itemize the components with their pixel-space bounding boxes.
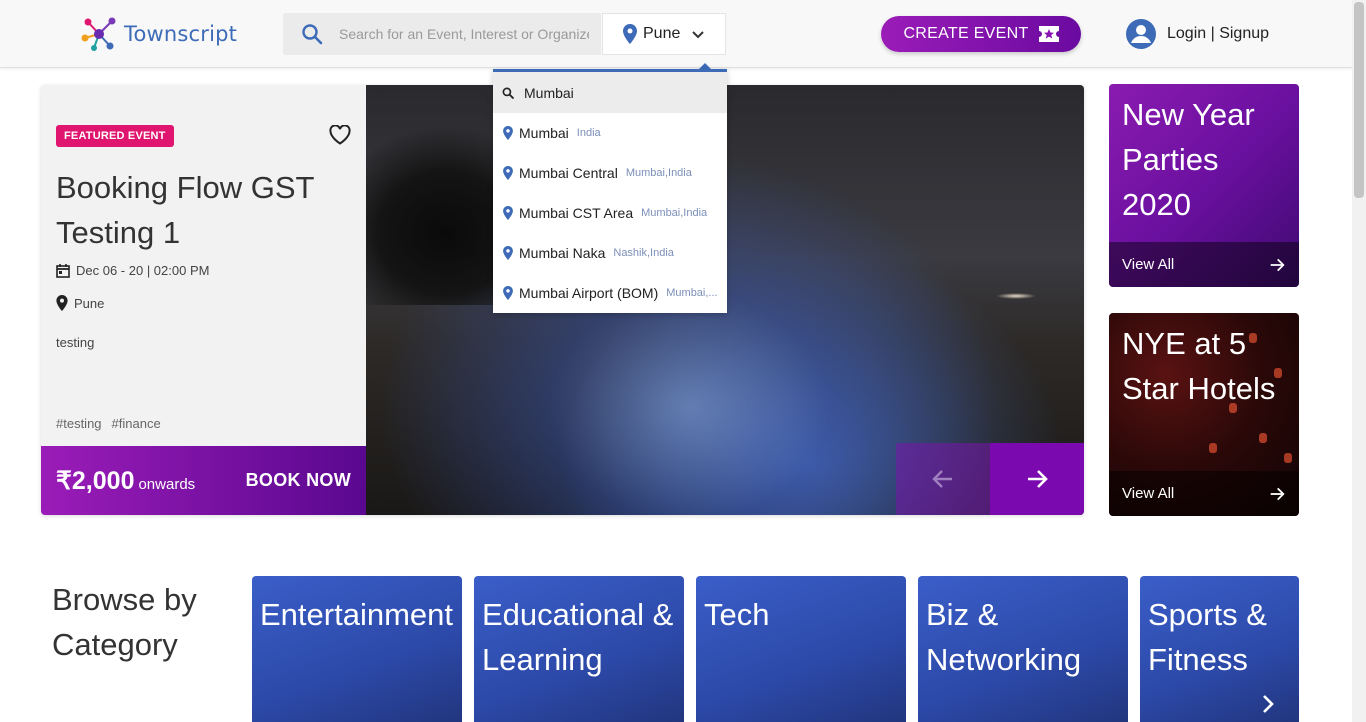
city-option-name: Mumbai [519,125,569,141]
event-tags: #testing #finance [56,416,161,431]
promo-view-all[interactable]: View All [1109,471,1299,516]
event-price: ₹2,000 onwards [56,466,195,496]
price-suffix: onwards [138,476,196,493]
city-option-name: Mumbai Naka [519,245,606,261]
city-selector[interactable]: Pune [602,13,726,55]
city-option-region: Mumbai,India [641,207,708,219]
city-option[interactable]: Mumbai CST Area Mumbai,India [493,193,727,233]
location-pin-icon [503,166,513,180]
category-title: Entertainment [260,597,453,632]
ticket-star-icon [1038,26,1059,42]
city-option-name: Mumbai Airport (BOM) [519,285,659,301]
price-bar[interactable]: ₹2,000 onwards BOOK NOW [41,446,366,515]
arrow-right-icon [1028,470,1048,488]
event-date: Dec 06 - 20 | 02:00 PM [56,263,209,278]
location-pin-icon [503,206,513,220]
header-bar: Townscript Search for an Event, Interest… [0,0,1352,68]
city-option[interactable]: Mumbai Central Mumbai,India [493,153,727,193]
location-pin-icon [503,286,513,300]
horizon-glow [996,293,1036,299]
city-option-name: Mumbai Central [519,165,618,181]
event-tag[interactable]: #finance [112,416,161,431]
scrollbar-thumb[interactable] [1354,2,1364,198]
city-option[interactable]: Mumbai Naka Nashik,India [493,233,727,273]
city-option[interactable]: Mumbai India [493,113,727,153]
create-event-button[interactable]: CREATE EVENT [881,16,1081,52]
city-dropdown: Mumbai Mumbai India Mumbai Central Mumba… [493,69,727,313]
browse-category-heading: Browse by Category [52,582,197,662]
event-description: testing [56,335,95,350]
category-biz-networking[interactable]: Biz & Networking [918,576,1128,722]
featured-badge: FEATURED EVENT [56,125,174,147]
promo-title: New Year Parties 2020 [1122,97,1255,222]
promo-new-year-parties[interactable]: New Year Parties 2020 View All [1109,84,1299,287]
category-title: Biz & Networking [926,597,1082,677]
search-icon [302,24,323,45]
city-option-region: Mumbai,India [625,167,692,179]
heart-icon[interactable] [329,125,351,145]
event-tag[interactable]: #testing [56,416,102,431]
city-option-region: Mumbai,... [666,287,718,299]
location-pin-icon [56,295,68,311]
user-avatar-icon [1126,19,1156,49]
search-placeholder: Search for an Event, Interest or Organiz… [339,26,589,42]
book-now-button[interactable]: BOOK NOW [246,470,351,491]
featured-event-details: FEATURED EVENT Booking Flow GST Testing … [41,85,366,515]
city-option-name: Mumbai CST Area [519,205,634,221]
city-option-region: India [576,127,601,139]
event-title[interactable]: Booking Flow GST Testing 1 [56,165,346,255]
category-entertainment[interactable]: Entertainment [252,576,462,722]
townscript-logo-icon [81,17,116,51]
category-educational-learning[interactable]: Educational & Learning [474,576,684,722]
login-label: Login | Signup [1167,25,1270,42]
chevron-right-icon[interactable] [1262,694,1274,714]
price-value: ₹2,000 [56,467,135,495]
lantern-decoration [1284,453,1292,463]
carousel-next-button[interactable] [990,443,1084,515]
location-pin-icon [503,126,513,140]
carousel-prev-button[interactable] [896,443,990,515]
event-location-text: Pune [74,295,105,311]
category-title: Tech [704,597,770,632]
search-input[interactable]: Search for an Event, Interest or Organiz… [283,13,601,55]
category-sports-fitness[interactable]: Sports & Fitness [1140,576,1299,722]
view-all-label: View All [1122,485,1175,502]
city-search-query: Mumbai [524,84,574,101]
create-event-label: CREATE EVENT [903,25,1029,42]
arrow-right-icon [1270,487,1285,500]
city-option[interactable]: Mumbai Airport (BOM) Mumbai,... [493,273,727,313]
category-title: Sports & Fitness [1148,597,1267,677]
event-date-text: Dec 06 - 20 | 02:00 PM [76,263,210,278]
promo-nye-5-star-hotels[interactable]: NYE at 5 Star Hotels View All [1109,313,1299,516]
event-location: Pune [56,295,104,311]
city-option-region: Nashik,India [613,247,674,259]
selected-city: Pune [643,25,681,42]
location-pin-icon [623,24,637,44]
city-search-input[interactable]: Mumbai [493,72,727,113]
arrow-right-icon [1270,258,1285,271]
view-all-label: View All [1122,256,1175,273]
promo-title: NYE at 5 Star Hotels [1122,326,1276,406]
chevron-down-icon [692,31,704,39]
category-title: Educational & Learning [482,597,674,677]
lantern-decoration [1209,443,1217,453]
townscript-logo[interactable]: Townscript [80,16,237,52]
arrow-left-icon [932,470,952,488]
search-icon [502,87,514,99]
lantern-decoration [1259,433,1267,443]
login-signup-link[interactable]: Login | Signup [1125,18,1269,50]
location-pin-icon [503,246,513,260]
calendar-icon [56,263,70,278]
category-tech[interactable]: Tech [696,576,906,722]
promo-view-all[interactable]: View All [1109,242,1299,287]
logo-text: Townscript [124,22,238,46]
